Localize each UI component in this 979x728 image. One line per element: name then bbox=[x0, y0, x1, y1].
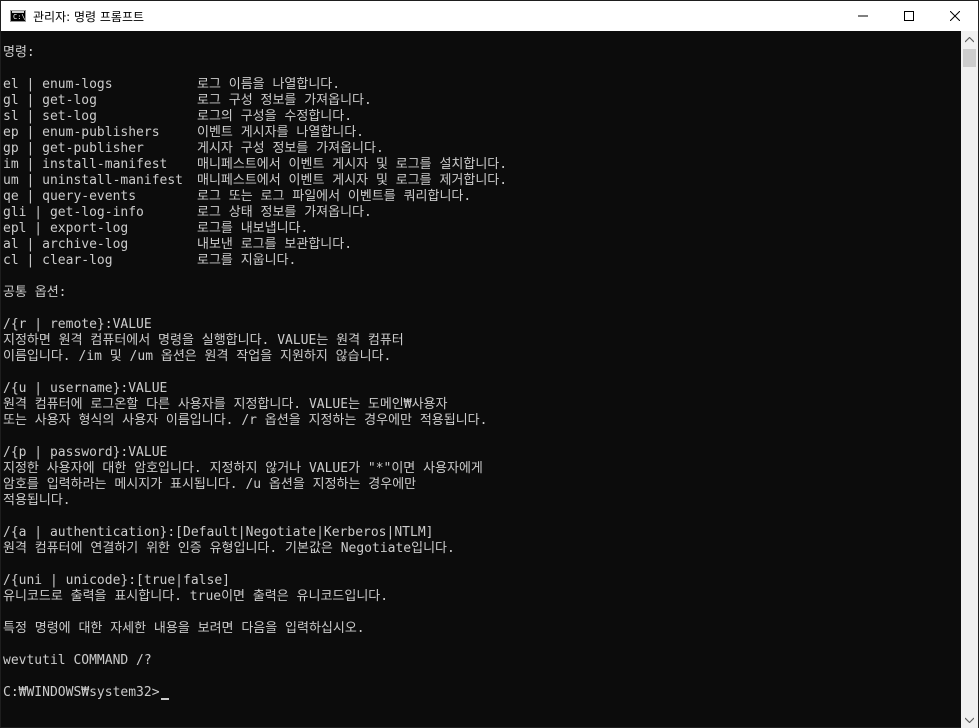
command-name: sl | set-log bbox=[3, 109, 97, 124]
command-description: 로그의 구성을 수정합니다. bbox=[197, 109, 353, 124]
command-description: 내보낸 로그를 보관합니다. bbox=[197, 237, 353, 252]
option-flag: /{a | authentication}:[Default|Negotiate… bbox=[3, 525, 434, 540]
command-description: 로그 구성 정보를 가져옵니다. bbox=[197, 93, 372, 108]
option-description: 암호를 입력하라는 메시지가 표시됩니다. /u 옵션을 지정하는 경우에만 bbox=[3, 477, 417, 492]
command-prompt-line[interactable]: C:₩WINDOWS₩system32> bbox=[3, 685, 961, 701]
command-row: um | uninstall-manifest 매니페스트에서 이벤트 게시자 및… bbox=[3, 173, 961, 189]
option-flag: /{u | username}:VALUE bbox=[3, 381, 168, 396]
command-row: gl | get-log 로그 구성 정보를 가져옵니다. bbox=[3, 93, 961, 109]
minimize-button[interactable] bbox=[840, 1, 886, 31]
scroll-down-arrow-icon bbox=[965, 717, 974, 723]
command-row: im | install-manifest 매니페스트에서 이벤트 게시자 및 로… bbox=[3, 157, 961, 173]
close-button[interactable] bbox=[932, 1, 978, 31]
command-row: cl | clear-log 로그를 지웁니다. bbox=[3, 253, 961, 269]
help-command: wevtutil COMMAND /? bbox=[3, 653, 152, 668]
option-description: 적용됩니다. bbox=[3, 493, 71, 508]
command-name: um | uninstall-manifest bbox=[3, 173, 184, 188]
command-name: gp | get-publisher bbox=[3, 141, 144, 156]
option-flag: /{uni | unicode}:[true|false] bbox=[3, 573, 230, 588]
option-description: 이름입니다. /im 및 /um 옵션은 원격 작업을 지원하지 않습니다. bbox=[3, 349, 392, 364]
cmd-icon[interactable]: C:\ bbox=[10, 10, 26, 22]
command-row: qe | query-events 로그 또는 로그 파일에서 이벤트를 쿼리합니… bbox=[3, 189, 961, 205]
command-row: el | enum-logs 로그 이름을 나열합니다. bbox=[3, 77, 961, 93]
command-row: al | archive-log 내보낸 로그를 보관합니다. bbox=[3, 237, 961, 253]
window-controls bbox=[840, 1, 978, 31]
close-icon bbox=[950, 11, 960, 21]
command-description: 로그 이름을 나열합니다. bbox=[197, 77, 341, 92]
scroll-up-arrow-icon bbox=[965, 36, 974, 42]
command-name: im | install-manifest bbox=[3, 157, 168, 172]
command-name: gl | get-log bbox=[3, 93, 97, 108]
command-description: 로그 또는 로그 파일에서 이벤트를 쿼리합니다. bbox=[197, 189, 472, 204]
option-flag: /{r | remote}:VALUE bbox=[3, 317, 152, 332]
console-output[interactable]: 명령: el | enum-logs 로그 이름을 나열합니다. gl | get-… bbox=[1, 31, 961, 728]
command-row: gli | get-log-info 로그 상태 정보를 가져옵니다. bbox=[3, 205, 961, 221]
cmd-icon-label: C:\ bbox=[13, 13, 26, 21]
command-description: 이벤트 게시자를 나열합니다. bbox=[197, 125, 365, 140]
window-title: 관리자: 명령 프롬프트 bbox=[33, 9, 145, 24]
command-name: al | archive-log bbox=[3, 237, 129, 252]
title-bar[interactable]: C:\ 관리자: 명령 프롬프트 bbox=[1, 1, 978, 31]
help-hint: 특정 명령에 대한 자세한 내용을 보려면 다음을 입력하십시오. bbox=[3, 621, 365, 636]
vertical-scrollbar[interactable] bbox=[961, 31, 978, 728]
option-description: 지정하면 원격 컴퓨터에서 명령을 실행합니다. VALUE는 원격 컴퓨터 bbox=[3, 333, 404, 348]
command-description: 로그를 내보냅니다. bbox=[197, 221, 309, 236]
command-list: el | enum-logs 로그 이름을 나열합니다. gl | get-log 로… bbox=[3, 77, 961, 269]
option-description: 유니코드로 출력을 표시합니다. true이면 출력은 유니코드입니다. bbox=[3, 589, 389, 604]
scroll-down-button[interactable] bbox=[961, 711, 978, 728]
prompt-text: C:₩WINDOWS₩system32> bbox=[3, 685, 160, 700]
option-list: /{r | remote}:VALUE 지정하면 원격 컴퓨터에서 명령을 실행합… bbox=[3, 317, 961, 621]
command-description: 매니페스트에서 이벤트 게시자 및 로그를 설치합니다. bbox=[197, 157, 508, 172]
command-name: ep | enum-publishers bbox=[3, 125, 160, 140]
options-heading: 공통 옵션: bbox=[3, 285, 67, 300]
commands-heading: 명령: bbox=[3, 45, 35, 60]
command-name: el | enum-logs bbox=[3, 77, 113, 92]
command-name: epl | export-log bbox=[3, 221, 129, 236]
command-prompt-window: C:\ 관리자: 명령 프롬프트 명령: el | enum-logs 로그 이름… bbox=[0, 0, 979, 728]
scroll-thumb[interactable] bbox=[963, 49, 976, 67]
command-name: gli | get-log-info bbox=[3, 205, 144, 220]
option-description: 원격 컴퓨터에 로그온할 다른 사용자를 지정합니다. VALUE는 도메인₩사… bbox=[3, 397, 448, 412]
maximize-icon bbox=[904, 11, 914, 21]
text-cursor bbox=[160, 698, 169, 700]
command-row: gp | get-publisher 게시자 구성 정보를 가져옵니다. bbox=[3, 141, 961, 157]
command-row: epl | export-log 로그를 내보냅니다. bbox=[3, 221, 961, 237]
command-description: 로그 상태 정보를 가져옵니다. bbox=[197, 205, 372, 220]
option-description: 또는 사용자 형식의 사용자 이름입니다. /r 옵션을 지정하는 경우에만 적… bbox=[3, 413, 488, 428]
command-row: ep | enum-publishers 이벤트 게시자를 나열합니다. bbox=[3, 125, 961, 141]
maximize-button[interactable] bbox=[886, 1, 932, 31]
command-description: 매니페스트에서 이벤트 게시자 및 로그를 제거합니다. bbox=[197, 173, 508, 188]
command-name: cl | clear-log bbox=[3, 253, 113, 268]
command-description: 로그를 지웁니다. bbox=[197, 253, 297, 268]
option-description: 지정한 사용자에 대한 암호입니다. 지정하지 않거나 VALUE가 "*"이면… bbox=[3, 461, 483, 476]
scroll-up-button[interactable] bbox=[961, 31, 978, 48]
command-row: sl | set-log 로그의 구성을 수정합니다. bbox=[3, 109, 961, 125]
minimize-icon bbox=[858, 15, 868, 17]
command-description: 게시자 구성 정보를 가져옵니다. bbox=[197, 141, 384, 156]
command-name: qe | query-events bbox=[3, 189, 137, 204]
option-description: 원격 컴퓨터에 연결하기 위한 인증 유형입니다. 기본값은 Negotiate… bbox=[3, 541, 455, 556]
option-flag: /{p | password}:VALUE bbox=[3, 445, 168, 460]
